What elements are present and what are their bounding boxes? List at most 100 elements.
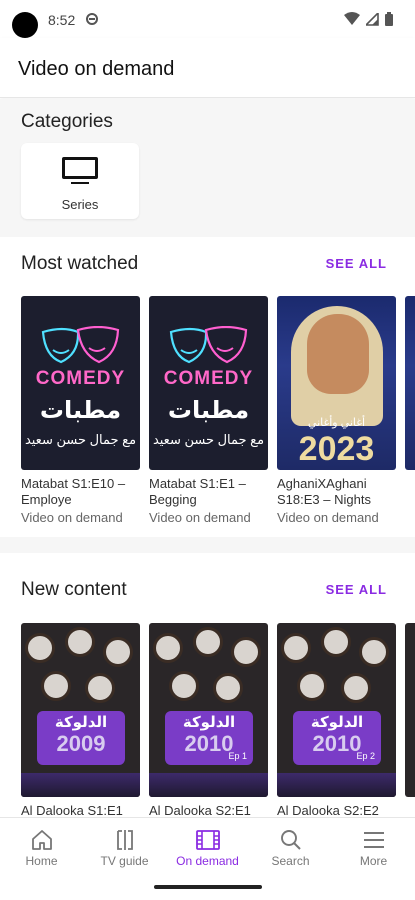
content-scroll[interactable]: Categories Series Most watched SEE ALL C… — [0, 99, 415, 817]
poster-title-panel: الدلوكة 2009 — [37, 711, 125, 765]
nav-on-demand[interactable]: On demand — [166, 818, 249, 873]
tile-title: Matabat S1:E1 – Begging — [149, 476, 246, 507]
category-label: Series — [61, 197, 99, 212]
app-header: Video on demand — [0, 38, 415, 98]
nav-tv-guide[interactable]: TV guide — [83, 818, 166, 873]
poster-drum — [169, 671, 199, 701]
poster-image: أغاني وأغاني 2023 — [277, 296, 396, 470]
vod-tile-partial[interactable] — [405, 623, 415, 817]
poster-image — [405, 623, 415, 797]
poster-arabic-title: أغاني وأغاني — [307, 417, 366, 429]
tile-subtitle: Video on demand — [21, 510, 123, 525]
vod-tile-partial[interactable] — [405, 296, 415, 525]
nav-label: On demand — [176, 854, 239, 868]
poster-year: 2023 — [298, 430, 375, 468]
poster-drum — [359, 637, 389, 667]
battery-icon — [385, 12, 393, 26]
most-watched-heading: Most watched — [21, 253, 139, 274]
categories-section: Categories Series — [0, 99, 415, 234]
vod-tile[interactable]: أغاني وأغاني 2023 AghaniXAghani S18:E3 –… — [277, 296, 396, 525]
poster-drum — [213, 673, 243, 703]
poster-footer — [21, 773, 140, 797]
theater-masks-icon — [169, 326, 248, 364]
poster-drum — [321, 627, 351, 657]
poster-arabic-title: الدلوكة — [182, 714, 236, 731]
nav-label: Search — [271, 854, 310, 868]
poster-episode: Ep 1 — [228, 751, 247, 761]
signal-icon — [366, 12, 379, 26]
poster-drum — [231, 637, 261, 667]
vod-tile[interactable]: الدلوكة 2010 Ep 2 Al Dalooka S2:E2 — [277, 623, 396, 817]
gesture-home-indicator[interactable] — [154, 885, 262, 889]
poster-arabic-subtitle: مع جمال حسن سعيد — [24, 432, 137, 447]
search-icon — [280, 830, 301, 850]
poster-title-panel: الدلوكة 2010 Ep 1 — [165, 711, 253, 765]
poster-brand: COMEDY — [35, 368, 126, 389]
status-icons — [344, 12, 393, 26]
poster-drum — [193, 627, 223, 657]
tile-subtitle: Video on demand — [277, 510, 379, 525]
vod-tile[interactable]: الدلوكة 2009 Al Dalooka S1:E1 — [21, 623, 140, 817]
tv-guide-icon — [116, 830, 133, 850]
poster-footer — [149, 773, 268, 797]
most-watched-see-all[interactable]: SEE ALL — [326, 256, 387, 271]
tile-title: Al Dalooka S1:E1 — [21, 803, 123, 817]
poster-drum — [25, 633, 55, 663]
poster-image: الدلوكة 2010 Ep 1 — [149, 623, 268, 797]
nav-home[interactable]: Home — [0, 818, 83, 873]
nav-more[interactable]: More — [332, 818, 415, 873]
poster-image: COMEDY مطبات مع جمال حسن سعيد — [21, 296, 140, 470]
bottom-navigation: Home TV guide On demand Search More — [0, 817, 415, 873]
poster-title-panel: الدلوكة 2010 Ep 2 — [293, 711, 381, 765]
poster-drum — [103, 637, 133, 667]
new-content-see-all[interactable]: SEE ALL — [326, 582, 387, 597]
poster-episode: Ep 2 — [356, 751, 375, 761]
poster-arabic-title: مطبات — [167, 397, 250, 424]
new-content-heading: New content — [21, 579, 127, 600]
poster-drum — [85, 673, 115, 703]
poster-drum — [153, 633, 183, 663]
nav-label: More — [359, 854, 388, 868]
poster-image — [405, 296, 415, 470]
poster-footer — [277, 773, 396, 797]
status-bar: 8:52 — [0, 0, 415, 38]
most-watched-section: Most watched SEE ALL COMEDY مطبات مع جما… — [0, 237, 415, 537]
camera-cutout — [12, 12, 38, 38]
wifi-icon — [344, 12, 360, 25]
poster-drum — [65, 627, 95, 657]
home-icon — [31, 830, 52, 850]
page-title: Video on demand — [18, 58, 175, 80]
poster-arabic-title: مطبات — [39, 397, 122, 424]
theater-masks-icon — [41, 326, 120, 364]
categories-heading: Categories — [21, 111, 113, 132]
poster-face — [307, 314, 369, 394]
category-series[interactable]: Series — [21, 143, 139, 219]
nav-label: Home — [25, 854, 58, 868]
poster-brand: COMEDY — [163, 368, 254, 389]
new-content-row[interactable]: الدلوكة 2009 Al Dalooka S1:E1 الدلوكة 20… — [21, 623, 415, 817]
status-time: 8:52 — [48, 12, 76, 28]
poster-image: COMEDY مطبات مع جمال حسن سعيد — [149, 296, 268, 470]
nav-label: TV guide — [100, 854, 149, 868]
new-content-section: New content SEE ALL الدلوكة 2009 Al Dalo… — [0, 553, 415, 817]
poster-drum — [281, 633, 311, 663]
poster-year: 2009 — [56, 731, 106, 756]
vod-tile[interactable]: COMEDY مطبات مع جمال حسن سعيد Matabat S1… — [149, 296, 268, 525]
tile-title: Matabat S1:E10 – Employe — [21, 476, 126, 507]
tv-icon — [62, 157, 98, 184]
nav-search[interactable]: Search — [249, 818, 332, 873]
poster-arabic-title: الدلوكة — [310, 714, 364, 731]
poster-arabic-title: الدلوكة — [54, 714, 108, 731]
most-watched-row[interactable]: COMEDY مطبات مع جمال حسن سعيد Matabat S1… — [21, 296, 415, 525]
cast-icon — [86, 13, 98, 25]
menu-icon — [363, 832, 384, 848]
poster-drum — [341, 673, 371, 703]
film-icon — [195, 830, 220, 850]
tile-title: Al Dalooka S2:E1 — [149, 803, 251, 817]
poster-image: الدلوكة 2010 Ep 2 — [277, 623, 396, 797]
tile-title: AghaniXAghani S18:E3 – Nights — [277, 476, 371, 507]
tile-title: Al Dalooka S2:E2 — [277, 803, 379, 817]
poster-drum — [297, 671, 327, 701]
vod-tile[interactable]: COMEDY مطبات مع جمال حسن سعيد Matabat S1… — [21, 296, 140, 525]
vod-tile[interactable]: الدلوكة 2010 Ep 1 Al Dalooka S2:E1 — [149, 623, 268, 817]
